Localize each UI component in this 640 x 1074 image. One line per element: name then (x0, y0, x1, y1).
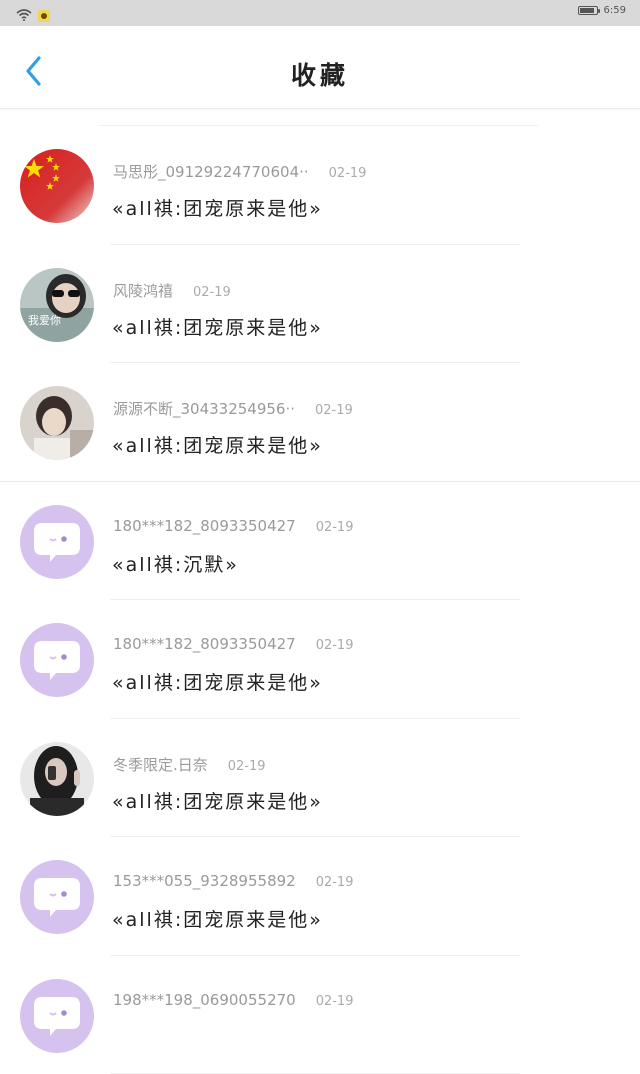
item-meta: 180***182_8093350427 02-19 (113, 517, 353, 535)
author-name: 180***182_8093350427 (113, 635, 296, 653)
battery-icon (578, 6, 598, 15)
item-date: 02-19 (329, 166, 367, 181)
list-item[interactable]: 180***182_8093350427 02-19 «all祺:沉默» (0, 482, 640, 601)
status-right: 6:59 (578, 5, 626, 16)
list-item[interactable]: 冬季限定.日奈 02-19 «all祺:团宠原来是他» (0, 719, 640, 838)
list-item[interactable]: 源源不断_30433254956·· 02-19 «all祺:团宠原来是他» (0, 363, 640, 482)
wifi-icon (16, 6, 32, 25)
avatar[interactable]: 我爱你 (20, 268, 94, 342)
avatar[interactable] (20, 742, 94, 816)
avatar[interactable] (20, 505, 94, 579)
app-notification-icon (38, 10, 50, 22)
item-date: 02-19 (316, 875, 354, 890)
item-meta: 风陵鸿禧 02-19 (113, 280, 231, 301)
item-date: 02-19 (228, 759, 266, 774)
avatar-caption: 我爱你 (28, 314, 61, 327)
item-date: 02-19 (316, 638, 354, 653)
author-name: 马思彤_09129224770604·· (113, 161, 309, 182)
default-avatar-icon (20, 623, 94, 697)
item-title[interactable]: «all祺:团宠原来是他» (112, 668, 323, 695)
author-name: 风陵鸿禧 (113, 280, 173, 301)
avatar[interactable] (20, 979, 94, 1053)
status-left (16, 6, 50, 25)
item-meta: 153***055_9328955892 02-19 (113, 872, 353, 890)
author-name: 153***055_9328955892 (113, 872, 296, 890)
item-title[interactable]: «all祺:团宠原来是他» (112, 313, 323, 340)
list-item[interactable]: 180***182_8093350427 02-19 «all祺:团宠原来是他» (0, 600, 640, 719)
avatar[interactable] (20, 386, 94, 460)
author-name: 198***198_0690055270 (113, 991, 296, 1009)
item-meta: 冬季限定.日奈 02-19 (113, 754, 266, 775)
item-date: 02-19 (316, 520, 354, 535)
item-meta: 180***182_8093350427 02-19 (113, 635, 353, 653)
avatar[interactable] (20, 149, 94, 223)
item-title[interactable]: «all祺:团宠原来是他» (112, 431, 323, 458)
list-item[interactable]: 153***055_9328955892 02-19 «all祺:团宠原来是他» (0, 837, 640, 956)
default-avatar-icon (20, 979, 94, 1053)
item-date: 02-19 (193, 285, 231, 300)
header: 收藏 (0, 26, 640, 109)
item-title[interactable]: «all祺:团宠原来是他» (112, 787, 323, 814)
default-avatar-icon (20, 505, 94, 579)
status-bar: 6:59 (0, 0, 640, 26)
item-meta: 马思彤_09129224770604·· 02-19 (113, 161, 366, 182)
default-avatar-icon (20, 860, 94, 934)
item-meta: 源源不断_30433254956·· 02-19 (113, 398, 353, 419)
avatar[interactable] (20, 623, 94, 697)
author-name: 180***182_8093350427 (113, 517, 296, 535)
page-title: 收藏 (0, 56, 640, 92)
list-item[interactable]: 我爱你 风陵鸿禧 02-19 «all祺:团宠原来是他» (0, 245, 640, 364)
item-title[interactable]: «all祺:团宠原来是他» (112, 194, 323, 221)
author-name: 冬季限定.日奈 (113, 754, 208, 775)
item-date: 02-19 (315, 403, 353, 418)
favorites-list: 马思彤_09129224770604·· 02-19 «all祺:团宠原来是他»… (0, 126, 640, 1074)
item-title[interactable]: «all祺:团宠原来是他» (112, 905, 323, 932)
item-meta: 198***198_0690055270 02-19 (113, 991, 353, 1009)
avatar[interactable] (20, 860, 94, 934)
item-date: 02-19 (316, 994, 354, 1009)
list-item[interactable]: 马思彤_09129224770604·· 02-19 «all祺:团宠原来是他» (0, 126, 640, 245)
list-item[interactable]: 198***198_0690055270 02-19 (0, 956, 640, 1074)
author-name: 源源不断_30433254956·· (113, 398, 295, 419)
status-time: 6:59 (604, 5, 626, 16)
item-title[interactable]: «all祺:沉默» (112, 550, 239, 577)
